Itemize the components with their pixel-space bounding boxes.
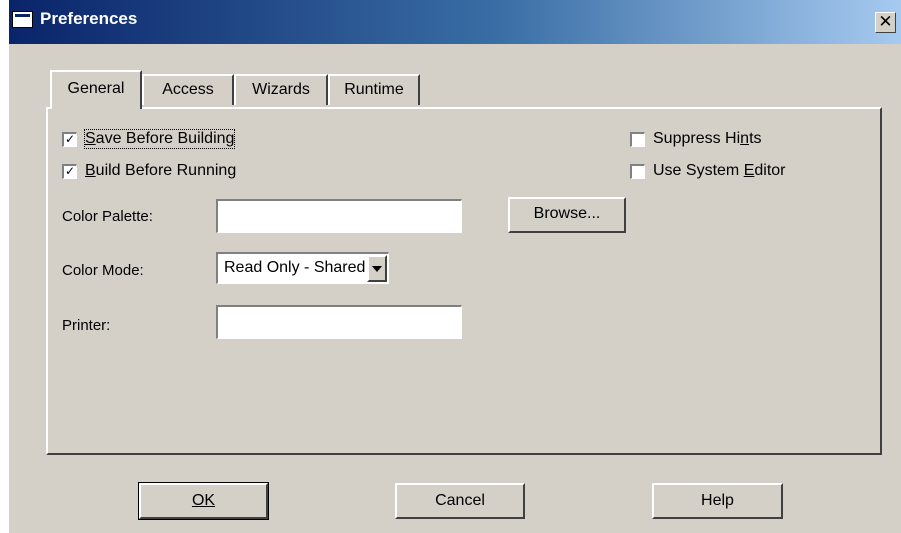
color-mode-select[interactable]: Read Only - Shared bbox=[216, 252, 389, 284]
checkmark-icon: ✓ bbox=[64, 163, 76, 178]
dropdown-arrow-icon[interactable] bbox=[367, 255, 387, 282]
checkmark-icon: ✓ bbox=[64, 131, 76, 146]
tab-general[interactable]: General bbox=[50, 70, 142, 109]
suppress-hints-text-a: Suppress Hi bbox=[653, 130, 741, 147]
color-mode-label: Color Mode: bbox=[62, 262, 144, 279]
use-system-editor-checkbox[interactable] bbox=[630, 163, 645, 179]
save-before-building-option[interactable]: ✓ Save Before Building bbox=[62, 129, 236, 149]
color-palette-label: Color Palette: bbox=[62, 208, 153, 225]
browse-button[interactable]: Browse... bbox=[508, 197, 626, 233]
build-before-running-option[interactable]: ✓ Build Before Running bbox=[62, 161, 236, 181]
tab-runtime[interactable]: Runtime bbox=[328, 74, 420, 105]
use-system-editor-text-b: ditor bbox=[754, 162, 786, 179]
printer-input[interactable] bbox=[216, 305, 462, 339]
close-icon[interactable]: ✕ bbox=[875, 12, 896, 33]
suppress-hints-label: Suppress Hints bbox=[653, 130, 762, 148]
use-system-editor-option[interactable]: Use System Editor bbox=[630, 161, 785, 181]
suppress-hints-option[interactable]: Suppress Hints bbox=[630, 129, 762, 149]
tab-access[interactable]: Access bbox=[142, 74, 234, 105]
suppress-hints-checkbox[interactable] bbox=[630, 131, 645, 147]
save-mnemonic: S bbox=[85, 130, 96, 147]
ok-button[interactable]: OK bbox=[138, 482, 269, 520]
build-before-running-label: Build Before Running bbox=[85, 162, 236, 180]
use-system-editor-text-a: Use System bbox=[653, 162, 744, 179]
save-before-building-checkbox[interactable]: ✓ bbox=[62, 131, 77, 147]
color-palette-input[interactable] bbox=[216, 199, 462, 233]
window-title: Preferences bbox=[40, 9, 138, 28]
build-before-running-text: uild Before Running bbox=[95, 162, 237, 179]
window-icon bbox=[12, 11, 33, 28]
suppress-mnemonic: n bbox=[740, 130, 750, 147]
cancel-button[interactable]: Cancel bbox=[395, 483, 525, 519]
ok-label: OK bbox=[191, 492, 216, 509]
tab-panel-general: ✓ Save Before Building ✓ Build Before Ru… bbox=[46, 107, 882, 455]
color-mode-value: Read Only - Shared bbox=[224, 259, 366, 276]
editor-mnemonic: E bbox=[743, 162, 755, 179]
build-before-running-checkbox[interactable]: ✓ bbox=[62, 163, 77, 179]
preferences-dialog: Preferences ✕ General Access Wizards Run… bbox=[9, 0, 901, 533]
title-bar[interactable]: Preferences ✕ bbox=[9, 0, 901, 44]
save-before-building-label: Save Before Building bbox=[83, 129, 236, 149]
use-system-editor-label: Use System Editor bbox=[653, 162, 785, 180]
save-before-building-text: ave Before Building bbox=[95, 130, 235, 147]
printer-label: Printer: bbox=[62, 317, 111, 334]
build-mnemonic: B bbox=[85, 162, 96, 179]
tab-wizards[interactable]: Wizards bbox=[234, 74, 328, 105]
suppress-hints-text-b: ts bbox=[749, 130, 762, 147]
help-button[interactable]: Help bbox=[652, 483, 783, 519]
